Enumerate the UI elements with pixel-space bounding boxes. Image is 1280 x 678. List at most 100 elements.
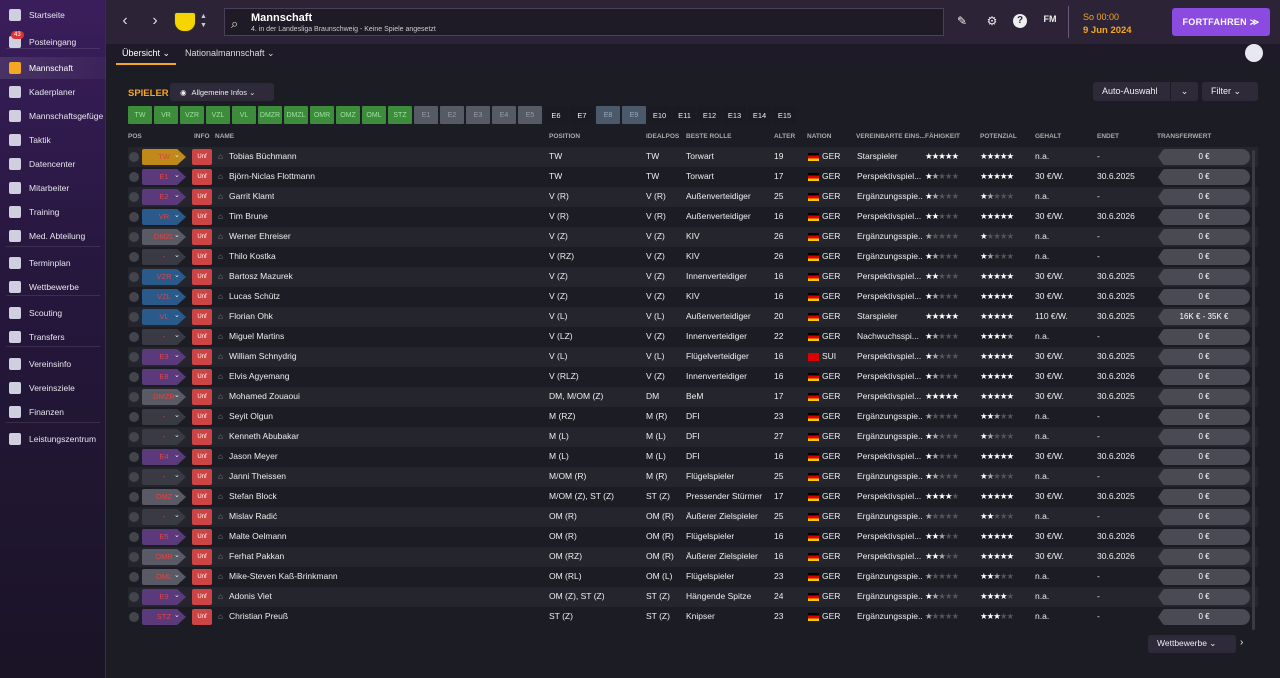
- chevron-down-icon[interactable]: ⌄: [174, 531, 180, 539]
- position-chip[interactable]: VR: [154, 106, 178, 124]
- position-chip[interactable]: VZL: [206, 106, 230, 124]
- position-chip[interactable]: E4: [492, 106, 516, 124]
- sidebar-item-6[interactable]: Datencenter: [0, 153, 106, 175]
- info-badge[interactable]: Unf: [192, 569, 212, 585]
- info-badge[interactable]: Unf: [192, 489, 212, 505]
- player-name[interactable]: Stefan Block: [229, 491, 277, 501]
- sidebar-item-8[interactable]: Training: [0, 201, 106, 223]
- sidebar-item-16[interactable]: Finanzen: [0, 401, 106, 423]
- chevron-down-icon[interactable]: ⌄: [174, 291, 180, 299]
- position-chip[interactable]: E14: [748, 106, 771, 124]
- chevron-down-icon[interactable]: ⌄: [174, 231, 180, 239]
- table-row[interactable]: - ⌄ Unf ⌂ Kenneth Abubakar M (L) M (L) DFI 27 GER…: [128, 427, 1258, 447]
- column-header[interactable]: BESTE ROLLE: [686, 133, 732, 140]
- status-icon[interactable]: [129, 412, 139, 422]
- sidebar-item-5[interactable]: Taktik: [0, 129, 106, 151]
- position-chip[interactable]: OMR: [310, 106, 334, 124]
- status-icon[interactable]: [129, 192, 139, 202]
- table-row[interactable]: DMZL ⌄ Unf ⌂ Werner Ehreiser V (Z) V (Z) KIV 26 G…: [128, 227, 1258, 247]
- table-row[interactable]: STZ ⌄ Unf ⌂ Christian Preuß ST (Z) ST (Z) Knips…: [128, 607, 1258, 627]
- table-row[interactable]: - ⌄ Unf ⌂ Miguel Martins V (LZ) V (Z) Innenvert…: [128, 327, 1258, 347]
- chevron-down-icon[interactable]: ⌄: [174, 511, 180, 519]
- info-badge[interactable]: Unf: [192, 269, 212, 285]
- position-chip[interactable]: VL: [232, 106, 256, 124]
- column-header[interactable]: VEREINBARTE EINS...: [856, 133, 925, 140]
- chevron-down-icon[interactable]: ⌄: [174, 371, 180, 379]
- position-chip[interactable]: E5: [518, 106, 542, 124]
- table-scrollbar[interactable]: [1252, 150, 1255, 630]
- status-icon[interactable]: [129, 232, 139, 242]
- column-header[interactable]: TRANSFERWERT: [1157, 133, 1211, 140]
- info-badge[interactable]: Unf: [192, 169, 212, 185]
- player-name[interactable]: Thilo Kostka: [229, 251, 276, 261]
- status-icon[interactable]: [129, 612, 139, 622]
- sidebar-item-4[interactable]: Mannschaftsgefüge: [0, 105, 106, 127]
- player-name[interactable]: Kenneth Abubakar: [229, 431, 299, 441]
- chevron-down-icon[interactable]: ⌄: [174, 591, 180, 599]
- info-badge[interactable]: Unf: [192, 229, 212, 245]
- position-chip[interactable]: E1: [414, 106, 438, 124]
- status-icon[interactable]: [129, 292, 139, 302]
- table-row[interactable]: E3 ⌄ Unf ⌂ William Schnydrig V (L) V (L) Flügel…: [128, 347, 1258, 367]
- sidebar-item-9[interactable]: Med. Abteilung: [0, 225, 106, 247]
- player-name[interactable]: Garrit Klamt: [229, 191, 274, 201]
- table-row[interactable]: VZR ⌄ Unf ⌂ Bartosz Mazurek V (Z) V (Z) Innenve…: [128, 267, 1258, 287]
- chevron-down-icon[interactable]: ⌄: [174, 491, 180, 499]
- column-header[interactable]: POSITION: [549, 133, 580, 140]
- info-badge[interactable]: Unf: [192, 209, 212, 225]
- position-chip[interactable]: E9: [622, 106, 646, 124]
- tab-national-team[interactable]: Nationalmannschaft ⌄: [185, 48, 275, 59]
- position-chip[interactable]: DMZR: [258, 106, 282, 124]
- table-row[interactable]: TW ⌄ Unf ⌂ Tobias Büchmann TW TW Torwart 19 GER St…: [128, 147, 1258, 167]
- chevron-down-icon[interactable]: ⌄: [174, 471, 180, 479]
- column-header[interactable]: IDEALPOS: [646, 133, 679, 140]
- status-icon[interactable]: [129, 392, 139, 402]
- chevron-down-icon[interactable]: ⌄: [174, 151, 180, 159]
- status-icon[interactable]: [129, 272, 139, 282]
- chevron-down-icon[interactable]: ⌄: [174, 451, 180, 459]
- table-row[interactable]: E8 ⌄ Unf ⌂ Elvis Agyemang V (RLZ) V (Z) Innenve…: [128, 367, 1258, 387]
- position-chip[interactable]: E10: [648, 106, 671, 124]
- game-options-icon[interactable]: ⚙: [984, 14, 1000, 28]
- position-chip[interactable]: OMZ: [336, 106, 360, 124]
- player-name[interactable]: Malte Oelmann: [229, 531, 287, 541]
- info-badge[interactable]: Unf: [192, 249, 212, 265]
- info-badge[interactable]: Unf: [192, 409, 212, 425]
- column-header[interactable]: NATION: [807, 133, 831, 140]
- chevron-down-icon[interactable]: ⌄: [174, 251, 180, 259]
- status-icon[interactable]: [129, 472, 139, 482]
- position-chip[interactable]: OML: [362, 106, 386, 124]
- column-header[interactable]: INFO: [194, 133, 210, 140]
- table-row[interactable]: OMR ⌄ Unf ⌂ Ferhat Pakkan OM (RZ) OM (R) Äußere…: [128, 547, 1258, 567]
- status-icon[interactable]: [129, 532, 139, 542]
- status-icon[interactable]: [129, 172, 139, 182]
- sidebar-item-2[interactable]: Mannschaft: [0, 57, 106, 79]
- info-badge[interactable]: Unf: [192, 529, 212, 545]
- player-name[interactable]: Werner Ehreiser: [229, 231, 291, 241]
- position-chip[interactable]: E15: [773, 106, 796, 124]
- column-header[interactable]: POS: [128, 133, 142, 140]
- status-icon[interactable]: [129, 572, 139, 582]
- info-badge[interactable]: Unf: [192, 349, 212, 365]
- info-badge[interactable]: Unf: [192, 589, 212, 605]
- table-row[interactable]: - ⌄ Unf ⌂ Mislav Radić OM (R) OM (R) Äußerer Zi…: [128, 507, 1258, 527]
- position-chip[interactable]: STZ: [388, 106, 412, 124]
- info-badge[interactable]: Unf: [192, 369, 212, 385]
- player-name[interactable]: Bartosz Mazurek: [229, 271, 293, 281]
- view-select[interactable]: ◉ Allgemeine Infos ⌄: [170, 83, 274, 101]
- table-row[interactable]: VL ⌄ Unf ⌂ Florian Ohk V (L) V (L) Außenverteid…: [128, 307, 1258, 327]
- status-icon[interactable]: [129, 452, 139, 462]
- competition-select[interactable]: Wettbewerbe ⌄: [1148, 635, 1236, 653]
- player-name[interactable]: Adonis Viet: [229, 591, 272, 601]
- column-header[interactable]: NAME: [215, 133, 234, 140]
- player-name[interactable]: Ferhat Pakkan: [229, 551, 284, 561]
- table-row[interactable]: VR ⌄ Unf ⌂ Tim Brune V (R) V (R) Außenverteidig…: [128, 207, 1258, 227]
- position-chip[interactable]: E12: [698, 106, 721, 124]
- sidebar-item-0[interactable]: Startseite: [0, 4, 106, 26]
- info-badge[interactable]: Unf: [192, 189, 212, 205]
- chevron-down-icon[interactable]: ⌄: [174, 611, 180, 619]
- chevron-down-icon[interactable]: ⌄: [174, 391, 180, 399]
- player-name[interactable]: Mohamed Zouaoui: [229, 391, 300, 401]
- chevron-down-icon[interactable]: ⌄: [174, 351, 180, 359]
- chevron-down-icon[interactable]: ⌄: [174, 311, 180, 319]
